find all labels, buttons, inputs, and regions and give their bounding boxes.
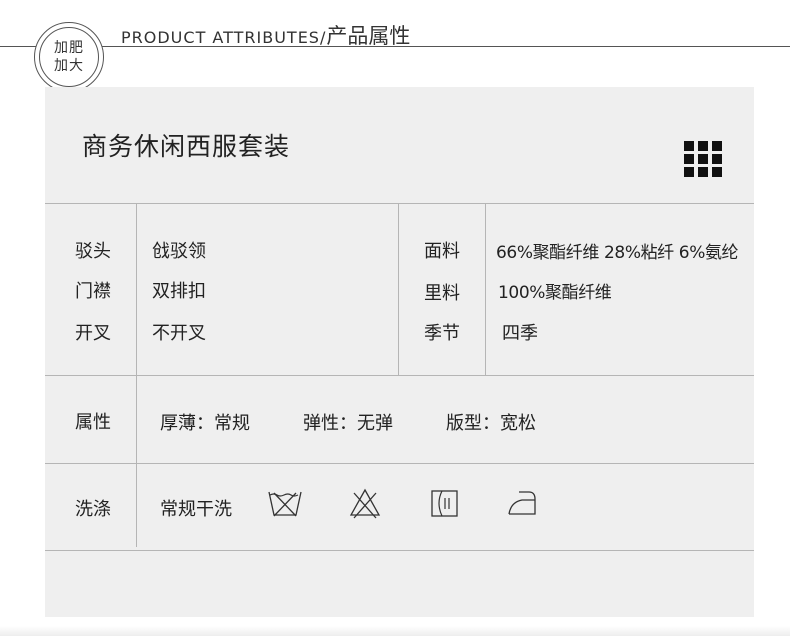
spec-label-lapel: 驳头: [75, 241, 111, 262]
column-divider: [485, 204, 486, 375]
spec-value-vent: 不开叉: [152, 323, 206, 344]
grid-icon: [684, 141, 722, 177]
spec-value-season: 四季: [502, 323, 538, 344]
table-divider: [45, 550, 754, 551]
product-name: 商务休闲西服套装: [82, 132, 291, 161]
table-divider: [45, 375, 754, 376]
spec-label-vent: 开叉: [75, 323, 111, 344]
washing-label: 洗涤: [75, 499, 111, 520]
spec-value-placket: 双排扣: [152, 281, 206, 302]
size-badge: 加肥 加大: [34, 22, 104, 92]
spec-value-lapel: 戗驳领: [152, 241, 206, 262]
badge-line-1: 加肥: [54, 40, 84, 56]
spec-label-season: 季节: [424, 323, 460, 344]
spec-value-fabric: 66%聚酯纤维 28%粘纤 6%氨纶: [496, 243, 739, 263]
attributes-label: 属性: [75, 412, 111, 433]
spec-label-fabric: 面料: [424, 241, 460, 262]
section-title: PRODUCT ATTRIBUTES/产品属性: [121, 20, 411, 48]
iron-icon: [508, 491, 536, 515]
column-divider: [136, 204, 137, 547]
attr-elasticity: 弹性：无弹: [303, 413, 393, 434]
washing-method: 常规干洗: [160, 499, 232, 520]
badge-line-2: 加大: [54, 58, 84, 74]
table-divider: [45, 463, 754, 464]
spec-value-lining: 100%聚酯纤维: [498, 283, 612, 303]
table-divider: [45, 203, 754, 204]
section-title-zh: 产品属性: [326, 24, 411, 48]
spec-label-lining: 里料: [424, 283, 460, 304]
attr-thickness: 厚薄：常规: [160, 413, 250, 434]
attr-fit: 版型：宽松: [446, 413, 536, 434]
bottom-shadow: [0, 626, 790, 636]
spec-label-placket: 门襟: [75, 281, 111, 302]
column-divider: [398, 204, 399, 375]
section-title-en: PRODUCT ATTRIBUTES/: [121, 28, 327, 47]
attributes-panel: 商务休闲西服套装 驳头 戗驳领 门襟 双排扣 开叉 不开叉 面料 66%聚酯纤维…: [45, 87, 754, 617]
tumble-dry-icon: [431, 490, 458, 517]
do-not-wash-icon: [268, 491, 302, 517]
do-not-bleach-icon: [349, 488, 381, 519]
